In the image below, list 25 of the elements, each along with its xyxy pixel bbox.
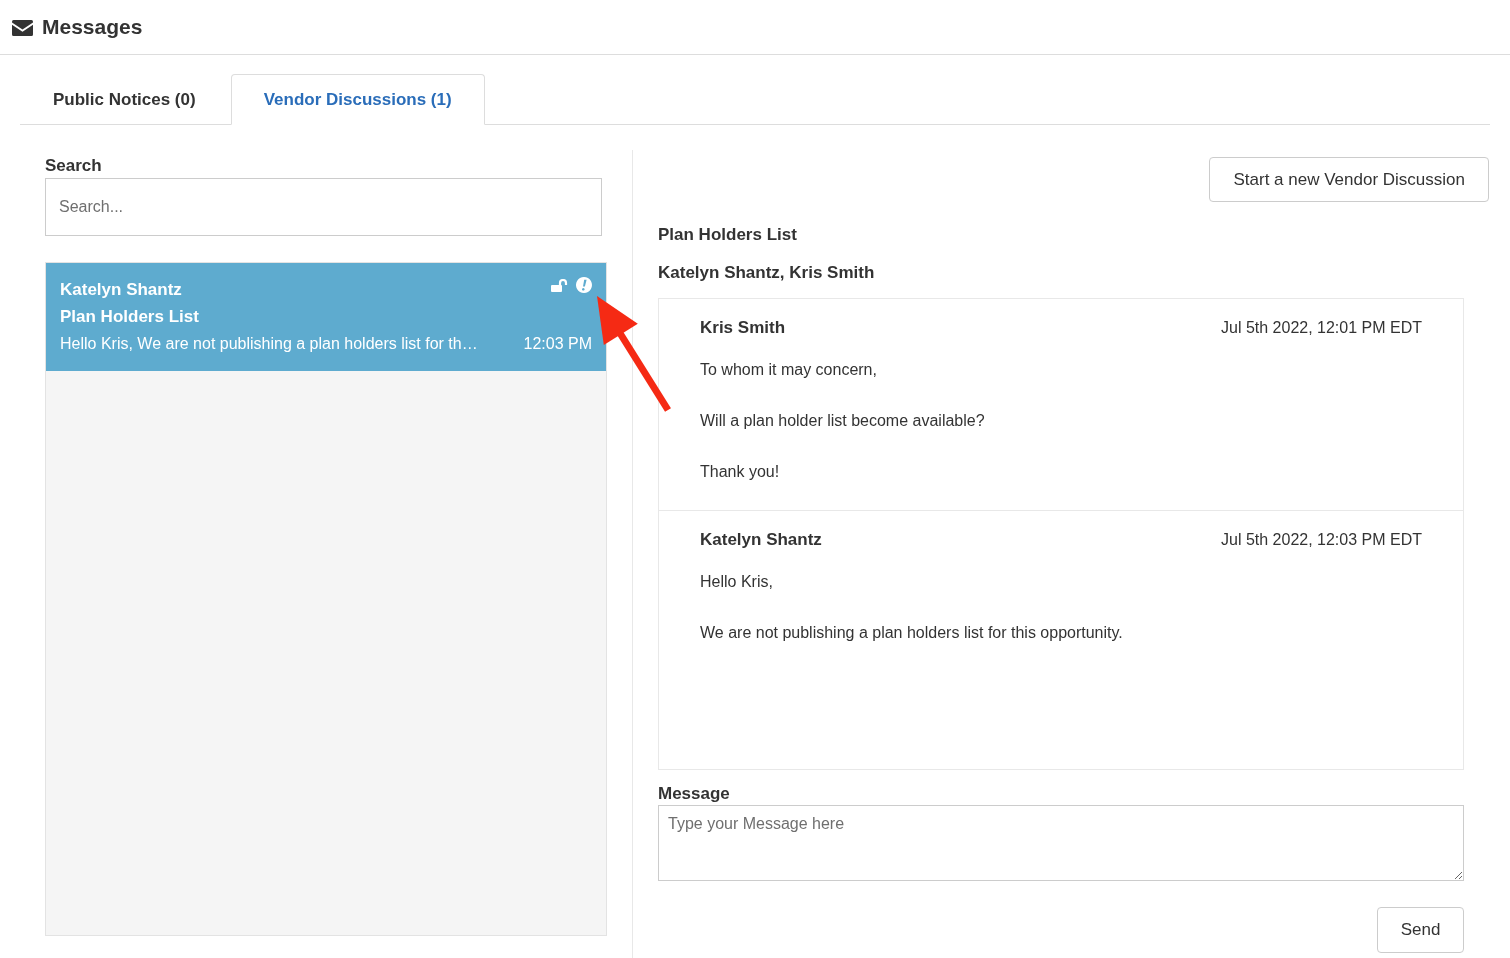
- message-text: Hello Kris,: [700, 572, 774, 592]
- envelope-icon: [12, 19, 33, 36]
- tab[interactable]: Vendor Discussions (1): [230, 74, 485, 125]
- message-text: Will a plan holder list become available?: [700, 411, 986, 431]
- tab[interactable]: Public Notices (0): [20, 74, 229, 125]
- sender-name: Katelyn Shantz: [60, 279, 182, 301]
- message-text: To whom it may concern,: [700, 360, 878, 380]
- send-button[interactable]: Send: [1377, 907, 1464, 953]
- message-label: Message: [658, 784, 731, 804]
- new-discussion-button[interactable]: Start a new Vendor Discussion: [1209, 157, 1489, 202]
- search-label: Search: [45, 156, 103, 176]
- message-date: Jul 5th 2022, 12:03 PM EDT: [1221, 530, 1422, 550]
- message-field[interactable]: Type your Message here: [658, 805, 1464, 881]
- search-field[interactable]: Search...: [45, 178, 602, 236]
- message-preview: Hello Kris, We are not publishing a plan holders list for th…: [60, 334, 478, 354]
- message-sender: Katelyn Shantz: [700, 530, 822, 550]
- message-date: Jul 5th 2022, 12:01 PM EDT: [1221, 318, 1422, 338]
- message-time: 12:03 PM: [523, 334, 592, 354]
- page-title: Messages: [42, 15, 143, 39]
- message-text: We are not publishing a plan holders list for this opportunity.: [700, 623, 1124, 643]
- conversation-subject: Plan Holders List: [60, 306, 200, 328]
- thread-subject: Plan Holders List: [658, 225, 798, 245]
- message-text: Thank you!: [700, 462, 781, 482]
- thread-participants: Katelyn Shantz, Kris Smith: [658, 263, 876, 283]
- message-sender: Kris Smith: [700, 318, 786, 338]
